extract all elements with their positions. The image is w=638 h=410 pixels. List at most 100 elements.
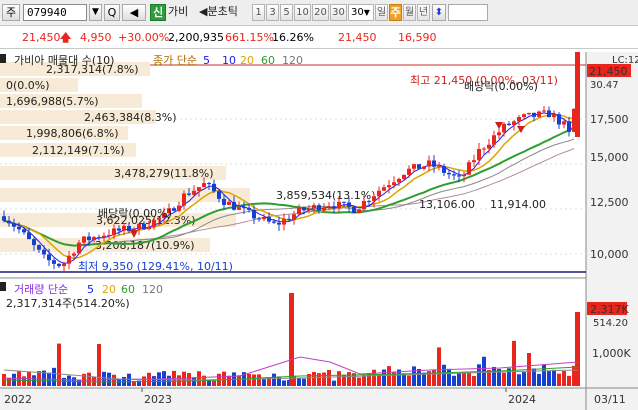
- candle-body: [257, 218, 261, 220]
- dropdown-arrow-icon[interactable]: ▼: [89, 4, 102, 21]
- volume-bar: [87, 372, 91, 386]
- x-label-2023: 2023: [144, 393, 172, 406]
- y-tick-12500: 12,500: [590, 196, 629, 209]
- candle-body: [282, 218, 286, 225]
- candle-body: [297, 207, 301, 215]
- stock-code-input[interactable]: 079940: [23, 4, 87, 21]
- volume-bar: [547, 370, 551, 386]
- candle-body: [382, 187, 386, 191]
- candle-body: [532, 112, 536, 117]
- candle-body: [292, 214, 296, 220]
- tick-mode-label[interactable]: ◀분초틱: [199, 4, 251, 21]
- y-tick-17500: 17,500: [590, 113, 629, 126]
- vol-ma-60: 60: [121, 283, 135, 296]
- candle-body: [407, 168, 411, 175]
- volume-bar: [457, 373, 461, 386]
- market-selector[interactable]: 주: [2, 4, 20, 21]
- candle-body: [37, 245, 41, 250]
- scroll-arrows-icon[interactable]: ⬍: [432, 4, 446, 21]
- candle-body: [77, 242, 81, 254]
- candle-body: [357, 209, 361, 213]
- chart-area[interactable]: 2,317,314(7.8%) 0(0.0%) 1,696,988(5.7%) 2,4…: [0, 52, 638, 410]
- volume-bar: [492, 366, 496, 386]
- supply-zone-label-1: 0(0.0%): [6, 79, 50, 92]
- period-5-button[interactable]: 5: [280, 4, 293, 21]
- candle-body: [7, 220, 11, 224]
- y-tick-10000: 10,000: [590, 248, 629, 261]
- candle-body: [212, 183, 216, 192]
- volume-bar: [52, 367, 56, 386]
- month-button[interactable]: 월: [403, 4, 416, 21]
- volume-bar: [192, 377, 196, 386]
- volume-bar: [257, 374, 261, 386]
- x-label-2024: 2024: [508, 393, 536, 406]
- volume-bar: [462, 372, 466, 386]
- candle-body: [392, 182, 396, 186]
- price-panel-title: 가비아 매물대 수(10): [14, 54, 114, 67]
- candle-body: [547, 110, 551, 118]
- candle-body: [512, 121, 516, 125]
- supply-zone-label-9: 3,208,187(10.9%): [95, 239, 195, 252]
- period-select[interactable]: 30▼: [348, 4, 374, 21]
- supply-zone-label-2: 1,696,988(5.7%): [6, 95, 99, 108]
- candle-body: [22, 229, 26, 233]
- ma-10: 10: [222, 54, 236, 67]
- x-label-2022: 2022: [4, 393, 32, 406]
- candle-body: [517, 117, 521, 122]
- candle-body: [302, 207, 306, 211]
- volume-bar: [557, 373, 561, 386]
- period-1-button[interactable]: 1: [252, 4, 265, 21]
- volume-ratio: 661.15%: [225, 31, 274, 44]
- candle-body: [142, 223, 146, 230]
- turnover: 16.26%: [272, 31, 314, 44]
- candle-body: [227, 201, 231, 205]
- candle-body: [457, 175, 461, 177]
- new-badge[interactable]: 신: [150, 4, 166, 21]
- supply-zone-label-7: 3,859,534(13.1%): [276, 189, 376, 202]
- volume-bar: [447, 368, 451, 386]
- extra-input[interactable]: [448, 4, 488, 21]
- candle-body: [427, 160, 431, 167]
- volume-pct-tag: 514.20: [593, 318, 628, 329]
- year-button[interactable]: 년: [417, 4, 430, 21]
- candle-body: [152, 219, 156, 227]
- candle-body: [187, 193, 191, 195]
- candle-body: [207, 183, 211, 185]
- up-arrow-icon: 🡅: [60, 31, 72, 44]
- volume-bar: [362, 375, 366, 386]
- period-10-button[interactable]: 10: [294, 4, 311, 21]
- candle-body: [377, 190, 381, 197]
- volume-bar: [337, 371, 341, 386]
- candle-body: [137, 223, 141, 230]
- volume-bar: [567, 375, 571, 386]
- volume-y-tick: 1,000K: [592, 347, 631, 360]
- candle-body: [312, 205, 316, 209]
- candle-body: [432, 160, 436, 167]
- volume-bar: [552, 369, 556, 386]
- candle-body: [387, 185, 391, 188]
- day-button[interactable]: 일: [375, 4, 388, 21]
- period-3-button[interactable]: 3: [266, 4, 279, 21]
- stock-chart[interactable]: 2,317,314(7.8%)0(0.0%)1,696,988(5.7%)2,4…: [0, 52, 638, 410]
- x-axis-strip: [0, 388, 638, 410]
- week-button[interactable]: 주: [389, 4, 402, 21]
- candle-body: [352, 206, 356, 213]
- volume-bar: [442, 364, 446, 386]
- volume-bar: [282, 380, 286, 386]
- volume-bar: [237, 375, 241, 386]
- volume-bar: [317, 373, 321, 386]
- volume-bar: [247, 373, 251, 386]
- candle-body: [232, 201, 236, 210]
- search-icon[interactable]: Q: [104, 4, 120, 21]
- volume-bar: [7, 378, 11, 386]
- candle-body: [12, 223, 16, 227]
- speaker-icon[interactable]: ◀: [122, 4, 146, 21]
- volume-bar: [92, 376, 96, 386]
- inline-note-1: 13,106.00: [419, 198, 475, 211]
- candle-body: [252, 209, 256, 219]
- period-30-button[interactable]: 30: [330, 4, 347, 21]
- candle-body: [347, 202, 351, 207]
- volume-bar: [562, 371, 566, 386]
- period-20-button[interactable]: 20: [312, 4, 329, 21]
- candle-body: [452, 174, 456, 176]
